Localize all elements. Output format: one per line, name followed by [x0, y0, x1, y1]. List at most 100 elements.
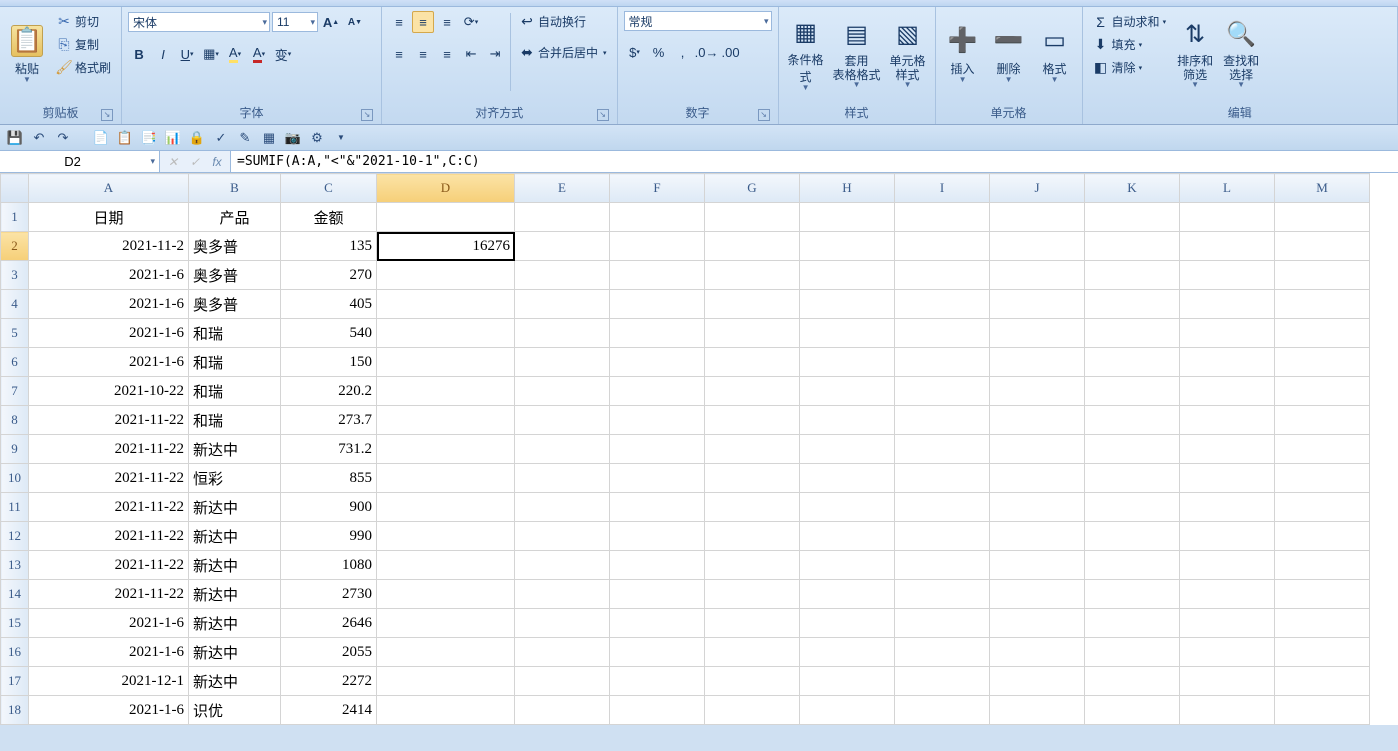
cell[interactable]: [377, 638, 515, 667]
cell[interactable]: [800, 667, 895, 696]
align-top-button[interactable]: ≡: [388, 11, 410, 33]
cell[interactable]: [705, 319, 800, 348]
decrease-decimal-button[interactable]: .00: [720, 41, 742, 63]
cell[interactable]: [377, 261, 515, 290]
row-header[interactable]: 18: [1, 696, 29, 725]
cell[interactable]: [610, 406, 705, 435]
cell[interactable]: [705, 696, 800, 725]
cell[interactable]: [895, 406, 990, 435]
cell[interactable]: [990, 638, 1085, 667]
fill-button[interactable]: ⬇填充▾: [1089, 34, 1171, 55]
cell[interactable]: 855: [281, 464, 377, 493]
column-header[interactable]: E: [515, 174, 610, 203]
spreadsheet-grid[interactable]: ABCDEFGHIJKLM1日期产品金额22021-11-2奥多普1351627…: [0, 173, 1398, 725]
cell[interactable]: [895, 493, 990, 522]
row-header[interactable]: 1: [1, 203, 29, 232]
cell[interactable]: [610, 696, 705, 725]
cell[interactable]: 2021-1-6: [29, 638, 189, 667]
cell[interactable]: [1085, 290, 1180, 319]
cell[interactable]: [800, 638, 895, 667]
cell[interactable]: 新达中: [189, 551, 281, 580]
percent-button[interactable]: %: [648, 41, 670, 63]
fx-icon[interactable]: fx: [208, 155, 226, 169]
cell[interactable]: 新达中: [189, 522, 281, 551]
row-header[interactable]: 11: [1, 493, 29, 522]
cell[interactable]: [990, 435, 1085, 464]
cell[interactable]: 新达中: [189, 493, 281, 522]
cell[interactable]: [1085, 377, 1180, 406]
cell[interactable]: 2021-11-22: [29, 551, 189, 580]
cell[interactable]: [895, 261, 990, 290]
cell[interactable]: [377, 319, 515, 348]
cell[interactable]: [610, 203, 705, 232]
cell[interactable]: [1085, 551, 1180, 580]
cell[interactable]: [1085, 232, 1180, 261]
cell[interactable]: [515, 551, 610, 580]
column-header[interactable]: K: [1085, 174, 1180, 203]
format-cells-button[interactable]: ▭格式▼: [1032, 9, 1078, 99]
cell[interactable]: [1085, 667, 1180, 696]
cell[interactable]: 2021-1-6: [29, 696, 189, 725]
cell[interactable]: 金额: [281, 203, 377, 232]
paste-button[interactable]: 📋 粘贴 ▼: [4, 9, 50, 99]
cell[interactable]: [705, 522, 800, 551]
cell[interactable]: [515, 203, 610, 232]
cell[interactable]: [1085, 638, 1180, 667]
cell[interactable]: [800, 377, 895, 406]
column-header[interactable]: H: [800, 174, 895, 203]
wrap-text-button[interactable]: ↩自动换行: [515, 11, 611, 32]
cell[interactable]: 和瑞: [189, 406, 281, 435]
cell[interactable]: [800, 696, 895, 725]
row-header[interactable]: 12: [1, 522, 29, 551]
cell[interactable]: [1275, 638, 1370, 667]
sort-filter-button[interactable]: ⇅排序和 筛选▼: [1172, 9, 1218, 99]
cell[interactable]: [377, 348, 515, 377]
cell[interactable]: [515, 406, 610, 435]
qat-icon[interactable]: 📊: [164, 129, 182, 147]
column-header[interactable]: F: [610, 174, 705, 203]
cell[interactable]: [895, 580, 990, 609]
cell[interactable]: 2021-11-2: [29, 232, 189, 261]
cell[interactable]: [1085, 435, 1180, 464]
row-header[interactable]: 16: [1, 638, 29, 667]
cell[interactable]: [800, 290, 895, 319]
cell[interactable]: [1085, 493, 1180, 522]
cell[interactable]: [1275, 377, 1370, 406]
align-middle-button[interactable]: ≡: [412, 11, 434, 33]
cell[interactable]: 恒彩: [189, 464, 281, 493]
cell[interactable]: [610, 261, 705, 290]
cell[interactable]: [1275, 493, 1370, 522]
cell[interactable]: 奥多普: [189, 232, 281, 261]
cell[interactable]: [1085, 609, 1180, 638]
cell[interactable]: [705, 203, 800, 232]
cell[interactable]: [895, 319, 990, 348]
cell[interactable]: [377, 203, 515, 232]
qat-icon[interactable]: ▦: [260, 129, 278, 147]
cell-styles-button[interactable]: ▧单元格 样式▼: [885, 9, 931, 99]
number-format-combo[interactable]: 常规: [624, 11, 772, 31]
cell[interactable]: 产品: [189, 203, 281, 232]
cell[interactable]: 2021-11-22: [29, 406, 189, 435]
cell[interactable]: [990, 696, 1085, 725]
cell[interactable]: [990, 551, 1085, 580]
cell[interactable]: [895, 348, 990, 377]
cell[interactable]: 2021-10-22: [29, 377, 189, 406]
cell[interactable]: [377, 667, 515, 696]
cell[interactable]: [800, 435, 895, 464]
cell[interactable]: [515, 348, 610, 377]
format-as-table-button[interactable]: ▤套用 表格格式▼: [829, 9, 885, 99]
cell[interactable]: [1275, 290, 1370, 319]
cell[interactable]: [1275, 522, 1370, 551]
cell[interactable]: [1275, 348, 1370, 377]
underline-button[interactable]: U▾: [176, 43, 198, 65]
cell[interactable]: [895, 290, 990, 319]
column-header[interactable]: A: [29, 174, 189, 203]
cell[interactable]: [990, 232, 1085, 261]
align-left-button[interactable]: ≡: [388, 43, 410, 65]
row-header[interactable]: 10: [1, 464, 29, 493]
cell[interactable]: [1180, 580, 1275, 609]
cell[interactable]: [1085, 261, 1180, 290]
row-header[interactable]: 7: [1, 377, 29, 406]
cell[interactable]: [990, 580, 1085, 609]
cell[interactable]: [1275, 667, 1370, 696]
